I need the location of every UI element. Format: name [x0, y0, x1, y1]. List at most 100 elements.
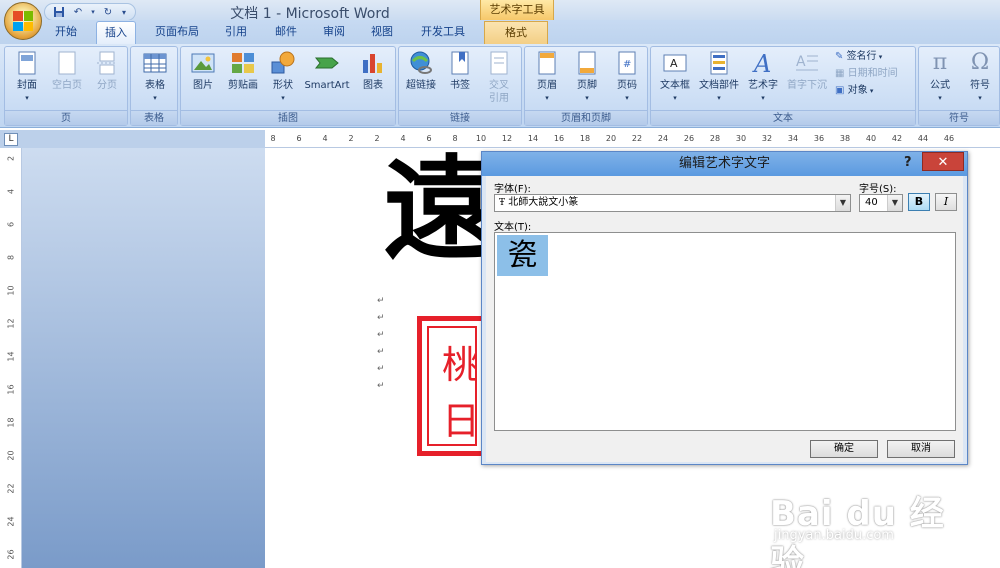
- smartart-button[interactable]: SmartArt: [301, 50, 353, 92]
- cover-dropdown-icon: ▾: [25, 94, 29, 102]
- table-button[interactable]: 表格 ▾: [135, 50, 175, 105]
- group-text-label: 文本: [651, 110, 915, 125]
- page-break-icon: [94, 50, 120, 76]
- wordart-button[interactable]: A 艺术字 ▾: [743, 50, 783, 105]
- save-icon[interactable]: [51, 5, 67, 20]
- equation-label: 公式: [930, 80, 950, 91]
- quick-parts-button[interactable]: 文档部件 ▾: [695, 50, 743, 105]
- help-icon[interactable]: ?: [904, 153, 918, 173]
- page-number-label: 页码: [617, 80, 637, 91]
- font-select[interactable]: Ŧ 北師大說文小篆 ▼: [494, 194, 851, 212]
- object-button[interactable]: ▣ 对象 ▾: [835, 83, 873, 99]
- ruler-tick-label: 16: [553, 134, 565, 143]
- shapes-dropdown-icon: ▾: [281, 94, 285, 102]
- seal-inner-border: 桃 日: [427, 326, 477, 446]
- tab-view[interactable]: 视图: [362, 21, 402, 44]
- horizontal-ruler[interactable]: 8 6 4 2 2 4 6 8 10 12 14 16 18 20 22 24 26 28 30 32 34 36 38 40…: [265, 130, 1000, 148]
- object-label: 对象: [847, 85, 868, 96]
- group-illustrations: 图片 剪贴画 形状 ▾ SmartArt 图表 插图: [180, 46, 396, 126]
- header-icon: [534, 50, 560, 76]
- ruler-tick-label: 20: [6, 450, 16, 461]
- ruler-tick-label: 8: [452, 134, 458, 143]
- paragraph-mark: ↵: [377, 364, 385, 374]
- drop-cap-button[interactable]: A 首字下沉: [783, 50, 831, 92]
- ruler-tick-label: 16: [6, 384, 16, 395]
- wordart-dropdown-icon: ▾: [761, 94, 765, 102]
- page-break-button[interactable]: 分页: [89, 50, 125, 92]
- group-table: 表格 ▾ 表格: [130, 46, 178, 126]
- ok-button[interactable]: 确定: [810, 440, 878, 458]
- word-window: 文档 1 - Microsoft Word 艺术字工具 ↶ ▾ ↻ ▾ 开始 插…: [0, 0, 1000, 568]
- undo-icon[interactable]: ↶: [70, 5, 86, 20]
- watermark-text: Bai du 经验: [770, 494, 945, 568]
- tab-mailings[interactable]: 邮件: [266, 21, 306, 44]
- cancel-button[interactable]: 取消: [887, 440, 955, 458]
- group-pages-label: 页: [5, 110, 127, 125]
- hyperlink-button[interactable]: 超链接: [401, 50, 441, 92]
- svg-text:A: A: [752, 50, 771, 76]
- context-tools-label: 艺术字工具: [480, 0, 554, 20]
- bookmark-label: 书签: [450, 80, 470, 91]
- ruler-tick-label: 46: [943, 134, 955, 143]
- ruler-tick-label: 12: [501, 134, 513, 143]
- wordart-character[interactable]: 遠: [383, 145, 495, 275]
- wordart-icon: A: [750, 50, 776, 78]
- close-icon[interactable]: ✕: [922, 152, 964, 171]
- cross-reference-icon: [486, 50, 512, 76]
- vertical-ruler[interactable]: 2 4 6 8 10 12 14 16 18 20 22 24 26: [0, 148, 22, 568]
- header-button[interactable]: 页眉 ▾: [529, 50, 565, 105]
- tab-insert[interactable]: 插入: [96, 21, 136, 44]
- equation-button[interactable]: π 公式 ▾: [921, 50, 959, 105]
- tab-page-layout[interactable]: 页面布局: [146, 21, 208, 44]
- paragraph-mark: ↵: [377, 347, 385, 357]
- cross-reference-button[interactable]: 交叉 引用: [479, 50, 519, 105]
- textbox-button[interactable]: A 文本框 ▾: [655, 50, 695, 105]
- paragraph-mark: ↵: [377, 296, 385, 306]
- smartart-icon: [314, 50, 340, 76]
- clipart-icon: [230, 50, 256, 76]
- picture-button[interactable]: 图片: [185, 50, 221, 92]
- page-number-icon: #: [614, 50, 640, 76]
- cover-page-button[interactable]: 封面 ▾: [9, 50, 45, 105]
- red-seal-image[interactable]: 桃 日: [417, 316, 487, 456]
- group-symbols-label: 符号: [919, 110, 999, 125]
- quick-parts-icon: [706, 50, 732, 76]
- font-label: 字体(F):: [494, 184, 531, 195]
- tab-references[interactable]: 引用: [216, 21, 256, 44]
- undo-dropdown-icon[interactable]: ▾: [89, 5, 97, 20]
- ruler-tick-label: 2: [374, 134, 380, 143]
- ruler-tick-label: 18: [6, 417, 16, 428]
- ruler-tick-label: 44: [917, 134, 929, 143]
- bold-button[interactable]: B: [908, 193, 930, 211]
- group-links: 超链接 书签 交叉 引用 链接: [398, 46, 522, 126]
- chart-button[interactable]: 图表: [355, 50, 391, 92]
- wordart-text-area[interactable]: 瓷: [494, 232, 956, 431]
- footer-button[interactable]: 页脚 ▾: [569, 50, 605, 105]
- size-dropdown-icon[interactable]: ▼: [887, 195, 902, 211]
- bookmark-button[interactable]: 书签: [443, 50, 477, 92]
- ruler-tick-label: 2: [348, 134, 354, 143]
- qat-customize-icon[interactable]: ▾: [119, 5, 129, 20]
- ruler-tick-label: 14: [6, 351, 16, 362]
- tab-format[interactable]: 格式: [484, 21, 548, 44]
- date-time-button[interactable]: ▦ 日期和时间: [835, 66, 898, 82]
- blank-page-label: 空白页: [52, 80, 82, 91]
- page-number-button[interactable]: # 页码 ▾: [609, 50, 645, 105]
- size-select[interactable]: 40 ▼: [859, 194, 903, 212]
- signature-line-button[interactable]: ✎ 签名行 ▾: [835, 49, 882, 65]
- tab-selector-button[interactable]: L: [4, 133, 18, 146]
- tab-developer[interactable]: 开发工具: [412, 21, 474, 44]
- font-dropdown-icon[interactable]: ▼: [835, 195, 850, 211]
- textbox-label: 文本框: [660, 80, 690, 91]
- seal-character: 日: [441, 399, 477, 443]
- symbol-button[interactable]: Ω 符号 ▾: [961, 50, 999, 105]
- tab-review[interactable]: 审阅: [314, 21, 354, 44]
- clipart-button[interactable]: 剪贴画: [223, 50, 263, 92]
- blank-page-button[interactable]: 空白页: [47, 50, 87, 92]
- redo-icon[interactable]: ↻: [100, 5, 116, 20]
- office-logo-icon: [13, 11, 33, 31]
- shapes-button[interactable]: 形状 ▾: [265, 50, 301, 105]
- italic-button[interactable]: I: [935, 193, 957, 211]
- tab-home[interactable]: 开始: [44, 21, 88, 44]
- office-button[interactable]: [4, 2, 42, 40]
